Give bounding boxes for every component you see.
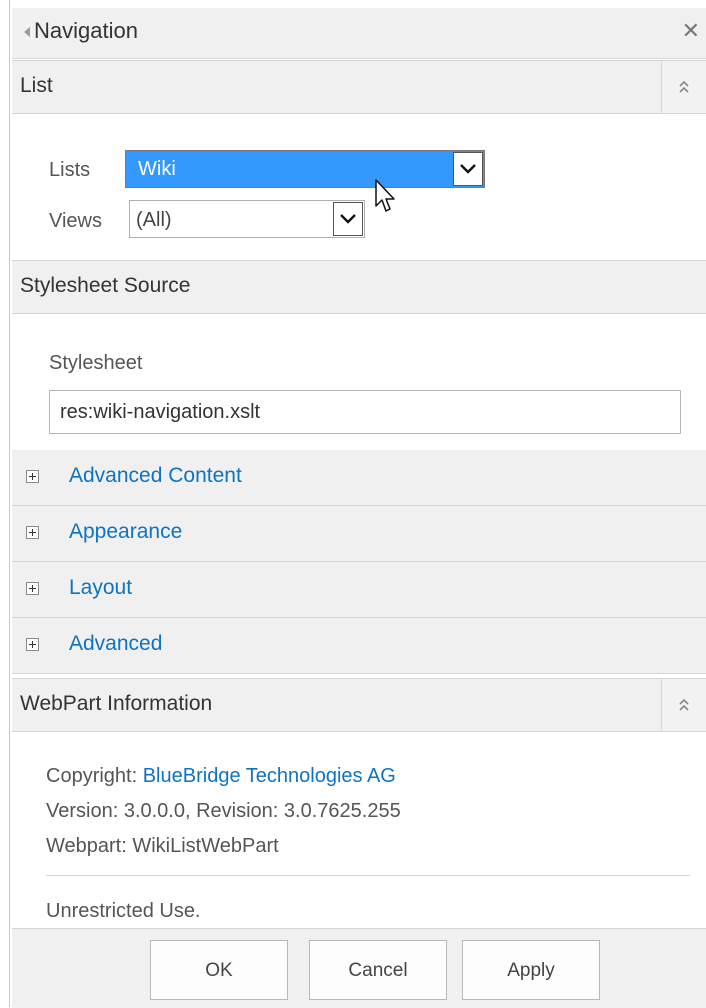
info-divider (46, 875, 690, 876)
list-section-title: List (20, 74, 53, 97)
webpart-line: Webpart: WikiListWebPart (46, 835, 279, 857)
expander-appearance[interactable]: Appearance (12, 506, 706, 562)
double-chevron-up-icon (679, 80, 689, 93)
stylesheet-section-header: Stylesheet Source (12, 260, 706, 314)
tool-pane-titlebar: Navigation ✕ (12, 8, 706, 59)
tool-pane-footer: OK Cancel Apply (12, 928, 706, 1008)
stylesheet-section-title: Stylesheet Source (20, 274, 191, 297)
views-select-value: (All) (136, 209, 172, 231)
left-triangle-icon[interactable] (24, 27, 30, 37)
webpart-info-collapse-button[interactable] (661, 679, 706, 731)
copyright-line: Copyright: BlueBridge Technologies AG (46, 765, 396, 788)
expander-advanced[interactable]: Advanced (12, 618, 706, 674)
license-line: Unrestricted Use. (46, 900, 201, 922)
lists-select[interactable]: Wiki (125, 150, 485, 188)
mouse-pointer-icon (375, 179, 395, 212)
chevron-down-icon (340, 214, 356, 224)
lists-label: Lists (49, 159, 91, 181)
tool-pane-title: Navigation (34, 18, 138, 43)
views-dropdown-button[interactable] (333, 202, 363, 236)
lists-dropdown-button[interactable] (453, 152, 483, 186)
apply-button[interactable]: Apply (462, 940, 600, 1000)
close-icon[interactable]: ✕ (682, 18, 700, 44)
expander-label[interactable]: Layout (69, 576, 132, 600)
plus-box-icon[interactable] (26, 470, 39, 483)
ok-button[interactable]: OK (150, 940, 288, 1000)
cancel-button[interactable]: Cancel (309, 940, 447, 1000)
plus-box-icon[interactable] (26, 526, 39, 539)
left-border (9, 0, 10, 1007)
list-section-header[interactable]: List (12, 60, 706, 114)
views-select[interactable]: (All) (129, 200, 365, 238)
copyright-label: Copyright: (46, 765, 143, 787)
expander-label[interactable]: Advanced (69, 632, 162, 656)
stylesheet-label: Stylesheet (49, 352, 143, 374)
lists-select-value: Wiki (138, 158, 176, 180)
expander-label[interactable]: Advanced Content (69, 464, 242, 488)
list-collapse-button[interactable] (661, 61, 706, 113)
webpart-info-section-title: WebPart Information (20, 692, 213, 715)
expander-advanced-content[interactable]: Advanced Content (12, 450, 706, 506)
views-label: Views (49, 210, 102, 232)
version-line: Version: 3.0.0.0, Revision: 3.0.7625.255 (46, 800, 401, 822)
copyright-link[interactable]: BlueBridge Technologies AG (143, 765, 396, 787)
tool-pane: Navigation ✕ List Lists Wiki Views (All) (12, 0, 706, 1008)
expander-label[interactable]: Appearance (69, 520, 182, 544)
webpart-info-section-header[interactable]: WebPart Information (12, 678, 706, 732)
double-chevron-up-icon (679, 698, 689, 711)
expander-layout[interactable]: Layout (12, 562, 706, 618)
stylesheet-input[interactable] (49, 390, 681, 434)
chevron-down-icon (460, 164, 476, 174)
plus-box-icon[interactable] (26, 582, 39, 595)
plus-box-icon[interactable] (26, 638, 39, 651)
